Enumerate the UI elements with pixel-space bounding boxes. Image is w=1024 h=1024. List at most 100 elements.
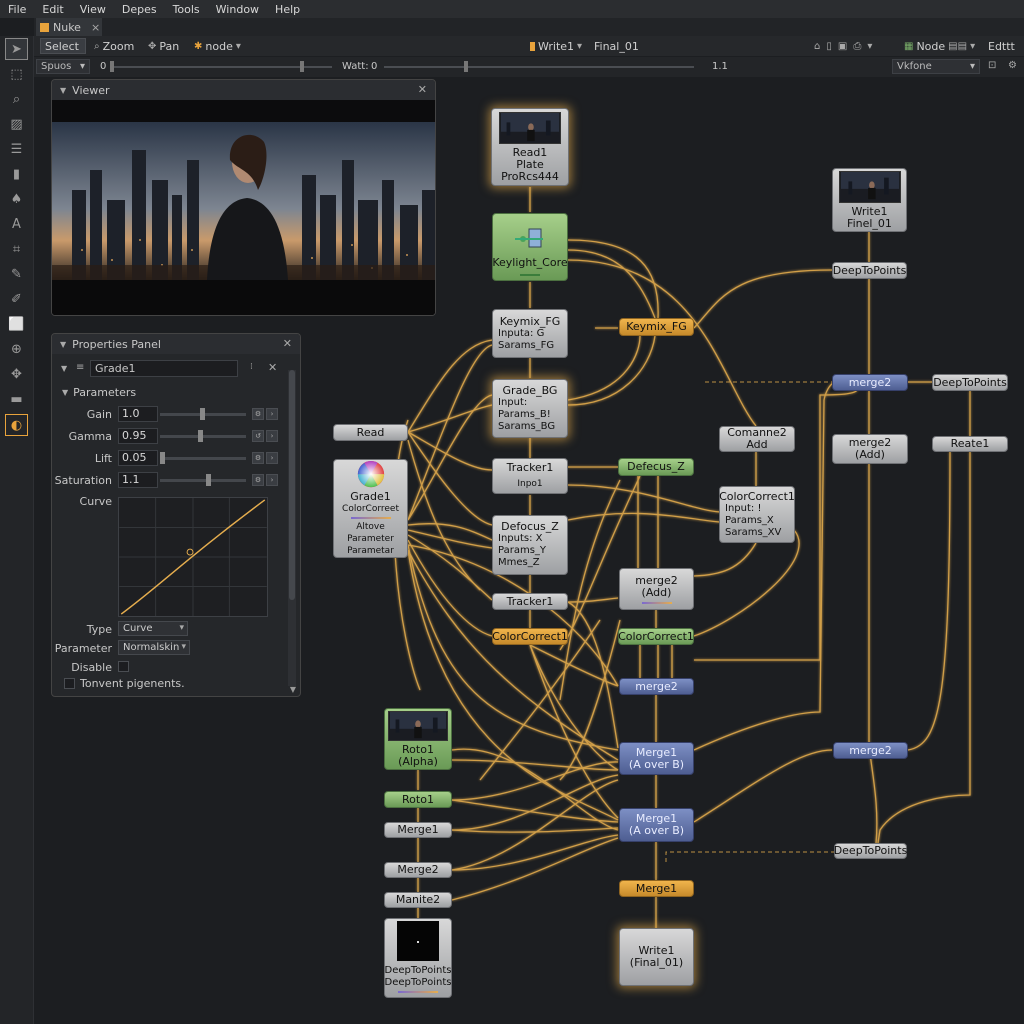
node-merge2-right[interactable]: merge2 [832, 374, 908, 391]
document-icon[interactable]: ▯ [826, 41, 832, 52]
node-manite2[interactable]: Manite2 [384, 892, 452, 908]
list-tool-icon[interactable]: ☰ [5, 138, 28, 160]
node-colorcorrect1-box[interactable]: ColorCorrect1 Input: ! Params_X Sarams_X… [719, 486, 795, 543]
chevron-right-icon[interactable]: › [266, 474, 278, 486]
node-keymix-fg-small[interactable]: Keymix_FG [619, 318, 694, 336]
gamma-slider[interactable] [160, 430, 246, 442]
menu-window[interactable]: Window [208, 3, 267, 16]
node-merge1-aoverb-2[interactable]: Merge1 (A over B) [619, 808, 694, 842]
node-keymix-fg[interactable]: Keymix_FG Inputa: G Sarams_FG [492, 309, 568, 358]
node-defocus-z-small[interactable]: Defecus_Z [618, 458, 694, 476]
select-tool-button[interactable]: Select [40, 38, 86, 54]
node-merge1-aoverb-1[interactable]: Merge1 (A over B) [619, 742, 694, 775]
close-icon[interactable]: ✕ [418, 83, 427, 96]
viewer-dropdown[interactable]: Vkfone ▾ [892, 59, 980, 74]
rect-tool-icon[interactable]: ⬜ [5, 313, 28, 335]
node-tracker1-small[interactable]: Tracker1 [492, 593, 568, 610]
node-reate1[interactable]: Reate1 [932, 436, 1008, 452]
parameter-dropdown[interactable]: Normalskin [118, 640, 190, 655]
lift-slider-handle[interactable] [160, 452, 165, 464]
node-comanne2[interactable]: Comanne2 Add [719, 426, 795, 452]
node-roto1-alpha[interactable]: Roto1 (Alpha) [384, 708, 452, 770]
zoom-tool-icon[interactable]: ⌕ [5, 88, 28, 110]
frame-slider-handle-start[interactable] [110, 61, 114, 72]
menu-edit[interactable]: Edit [34, 3, 71, 16]
watt-slider-handle[interactable] [464, 61, 468, 72]
saturation-slider[interactable] [160, 474, 246, 486]
curve-control-point[interactable] [186, 548, 194, 556]
node-merge1-small[interactable]: Merge1 [384, 822, 452, 838]
pointer-tool-icon[interactable]: ➤ [5, 38, 28, 60]
node-keylight-core[interactable]: Keylight_Core [492, 213, 568, 281]
saturation-input[interactable]: 1.1 [118, 472, 158, 488]
node-menu-button[interactable]: ✱ node ▾ [190, 38, 245, 54]
menu-depes[interactable]: Depes [114, 3, 165, 16]
gamma-input[interactable]: 0.95 [118, 428, 158, 444]
zoom-tool-button[interactable]: ⌕ Zoom [90, 38, 138, 54]
tonvent-checkbox[interactable] [64, 678, 75, 689]
chevron-right-icon[interactable]: › [266, 452, 278, 464]
file-tool-icon[interactable]: ▮ [5, 163, 28, 185]
chevron-down-icon[interactable]: ▾ [867, 41, 872, 52]
saturation-slider-handle[interactable] [206, 474, 211, 486]
edit-button[interactable]: Edttt [984, 38, 1019, 54]
paint-tool-icon[interactable]: ✎ [5, 263, 28, 285]
node-grade1[interactable]: Grade1 ColorCorreet Altove Parameter Par… [333, 459, 408, 558]
frame-slider-track[interactable] [110, 66, 332, 68]
menu-view[interactable]: View [72, 3, 114, 16]
brush-tool-icon[interactable]: ✐ [5, 288, 28, 310]
chevron-right-icon[interactable]: › [266, 408, 278, 420]
node-deeptopoints-bottom[interactable]: DeepToPoints DeepToPoints [384, 918, 452, 998]
node-roto1[interactable]: Roto1 [384, 791, 452, 808]
node-colorcorrect1-orange[interactable]: ColorCorrect1 [492, 628, 568, 645]
node-defocus-z[interactable]: Defocus_Z Inputs: X Params_Y Mmes_Z [492, 515, 568, 575]
properties-scrollbar[interactable] [288, 370, 296, 686]
gamma-slider-handle[interactable] [198, 430, 203, 442]
close-icon[interactable]: ✕ [283, 337, 292, 350]
text-tool-icon[interactable]: A [5, 213, 28, 235]
lock-icon[interactable]: ⊡ [988, 60, 996, 71]
gain-slider-handle[interactable] [200, 408, 205, 420]
node-write1-final[interactable]: Write1 (Final_01) [619, 928, 694, 986]
gain-input[interactable]: 1.0 [118, 406, 158, 422]
reset-icon[interactable]: ↺ [252, 430, 264, 442]
menu-icon[interactable]: ≡ [76, 362, 84, 373]
node-merge2-mid[interactable]: merge2 [619, 678, 694, 695]
add-tool-icon[interactable]: ⊕ [5, 338, 28, 360]
menu-file[interactable]: File [0, 3, 34, 16]
print-icon[interactable]: ⎙ [853, 41, 861, 52]
spuos-dropdown[interactable]: Spuos ▾ [36, 59, 90, 74]
folder-tool-icon[interactable]: ▬ [5, 388, 28, 410]
node-grade-bg[interactable]: Grade_BG Input: Params_B! Sarams_BG [492, 379, 568, 438]
curve-editor[interactable] [118, 497, 268, 617]
curve-tool-icon[interactable]: ◐ [5, 414, 28, 436]
tab-close-icon[interactable]: × [91, 21, 100, 34]
node-read1[interactable]: Read1 Plate ProRcs444 [491, 108, 569, 186]
menu-tools[interactable]: Tools [165, 3, 208, 16]
menu-help[interactable]: Help [267, 3, 308, 16]
write-node-dropdown[interactable]: Write1 ▾ [526, 38, 586, 54]
type-dropdown[interactable]: Curve [118, 621, 188, 636]
animate-icon[interactable]: ⚙ [252, 408, 264, 420]
home-icon[interactable]: ⌂ [814, 41, 820, 52]
image-tool-icon[interactable]: ▨ [5, 113, 28, 135]
parameters-section[interactable]: ▼ Parameters [62, 386, 136, 399]
node-tracker1[interactable]: Tracker1 Inpo1 [492, 458, 568, 494]
node-merge2-add-mid[interactable]: merge2 (Add) [619, 568, 694, 610]
pan-tool-button[interactable]: ✥ Pan [144, 38, 183, 54]
close-icon[interactable]: ✕ [268, 361, 277, 374]
node-name-field[interactable]: Grade1 [90, 360, 238, 377]
lift-slider[interactable] [160, 452, 246, 464]
pin-icon[interactable]: ⁞ [250, 362, 253, 372]
save-icon[interactable]: ▣ [838, 41, 847, 52]
drop-tool-icon[interactable]: ♠ [5, 188, 28, 210]
chevron-right-icon[interactable]: › [266, 430, 278, 442]
node-write1-top[interactable]: Write1 Finel_01 [832, 168, 907, 232]
node-read[interactable]: Read [333, 424, 408, 441]
tab-nuke[interactable]: Nuke × [36, 18, 102, 36]
node-deeptopoints-right[interactable]: DeepToPoints [932, 374, 1008, 391]
gain-slider[interactable] [160, 408, 246, 420]
node-merge1-orange[interactable]: Merge1 [619, 880, 694, 897]
animate-icon[interactable]: ⚙ [252, 452, 264, 464]
frame-slider-handle-end[interactable] [300, 61, 304, 72]
